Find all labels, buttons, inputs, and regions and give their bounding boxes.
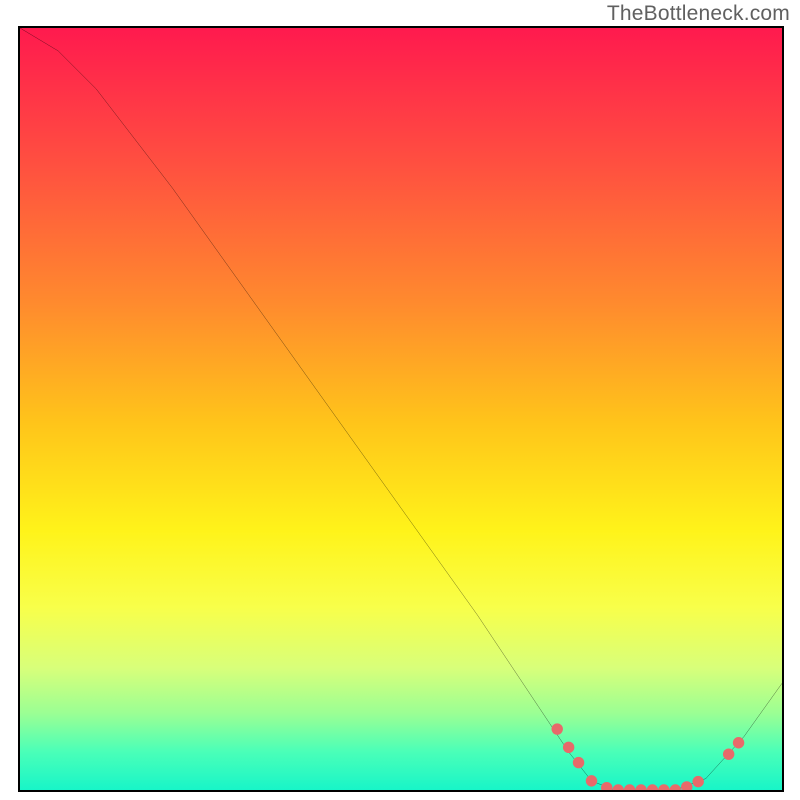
trough-marker-dot [681,781,692,790]
trough-marker-dot [733,737,744,748]
trough-markers-group [551,723,744,790]
trough-marker-dot [551,723,562,734]
chart-wrapper: TheBottleneck.com [0,0,800,800]
trough-marker-dot [692,776,703,787]
trough-marker-dot [647,784,658,790]
trough-marker-dot [723,748,734,759]
trough-marker-dot [601,782,612,790]
plot-frame [18,26,784,792]
trough-marker-dot [670,784,681,790]
trough-marker-dot [635,784,646,790]
watermark-text: TheBottleneck.com [607,2,790,26]
trough-marker-dot [573,757,584,768]
trough-marker-dot [658,784,669,790]
chart-svg [20,28,782,790]
bottleneck-curve-path [20,28,782,790]
trough-marker-dot [563,742,574,753]
trough-marker-dot [624,784,635,790]
trough-marker-dot [586,775,597,786]
trough-marker-dot [612,784,623,790]
